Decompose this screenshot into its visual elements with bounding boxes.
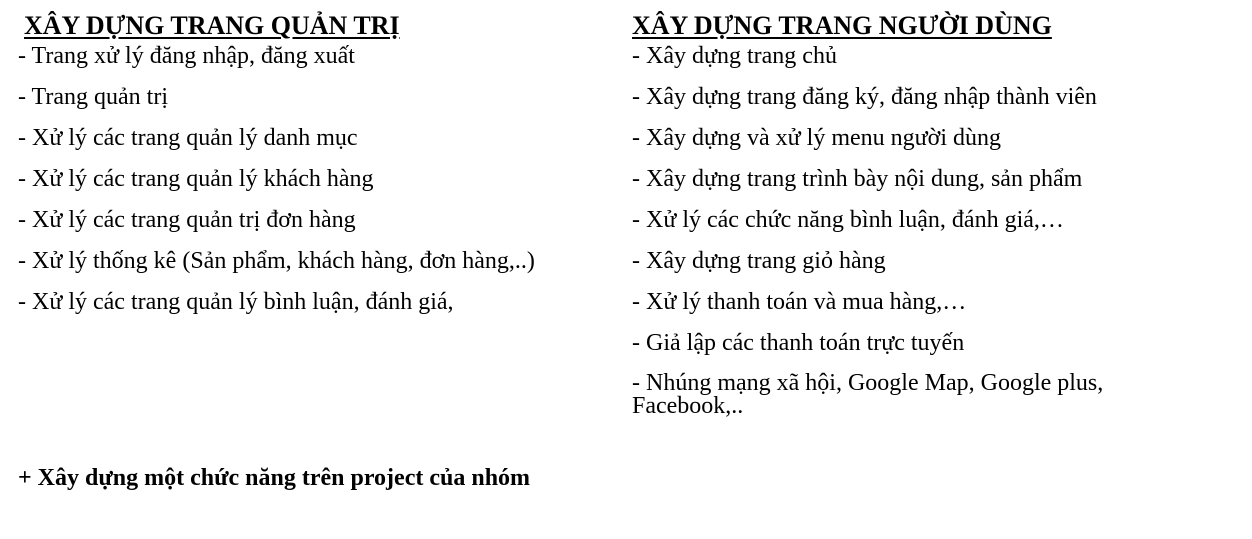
user-task-list: - Xây dựng trang chủ - Xây dựng trang đă… — [632, 44, 1232, 418]
group-project-note: + Xây dựng một chức năng trên project củ… — [18, 465, 531, 491]
user-task-item: - Xây dựng trang giỏ hàng — [632, 248, 886, 274]
user-task-item: - Xây dựng trang chủ — [632, 43, 837, 69]
user-task-item: - Giả lập các thanh toán trực tuyến — [632, 330, 965, 356]
admin-task-list: - Trang xử lý đăng nhập, đăng xuất - Tra… — [18, 44, 618, 314]
user-task-item: - Xây dựng trang trình bày nội dung, sản… — [632, 166, 1083, 192]
user-task-item: - Nhúng mạng xã hội, Google Map, Google … — [632, 370, 1104, 419]
user-task-item: - Xây dựng trang đăng ký, đăng nhập thàn… — [632, 84, 1097, 110]
user-task-item: - Xử lý thanh toán và mua hàng,… — [632, 289, 967, 315]
user-section: XÂY DỰNG TRANG NGƯỜI DÙNG - Xây dựng tra… — [632, 10, 1232, 435]
admin-task-item: - Xử lý các trang quản lý bình luận, đán… — [18, 289, 454, 315]
admin-task-item: - Xử lý các trang quản lý khách hàng — [18, 166, 374, 192]
user-section-title: XÂY DỰNG TRANG NGƯỜI DÙNG — [632, 11, 1052, 40]
admin-task-item: - Xử lý thống kê (Sản phẩm, khách hàng, … — [18, 248, 535, 274]
admin-task-item: - Trang xử lý đăng nhập, đăng xuất — [18, 43, 355, 69]
admin-task-item: - Xử lý các trang quản lý danh mục — [18, 125, 358, 151]
admin-section-title: XÂY DỰNG TRANG QUẢN TRỊ — [24, 11, 400, 40]
user-task-item: - Xây dựng và xử lý menu người dùng — [632, 125, 1001, 151]
user-task-item: - Xử lý các chức năng bình luận, đánh gi… — [632, 207, 1064, 233]
admin-section: XÂY DỰNG TRANG QUẢN TRỊ - Trang xử lý đă… — [18, 10, 618, 331]
admin-task-item: - Trang quản trị — [18, 84, 168, 110]
admin-task-item: - Xử lý các trang quản trị đơn hàng — [18, 207, 356, 233]
